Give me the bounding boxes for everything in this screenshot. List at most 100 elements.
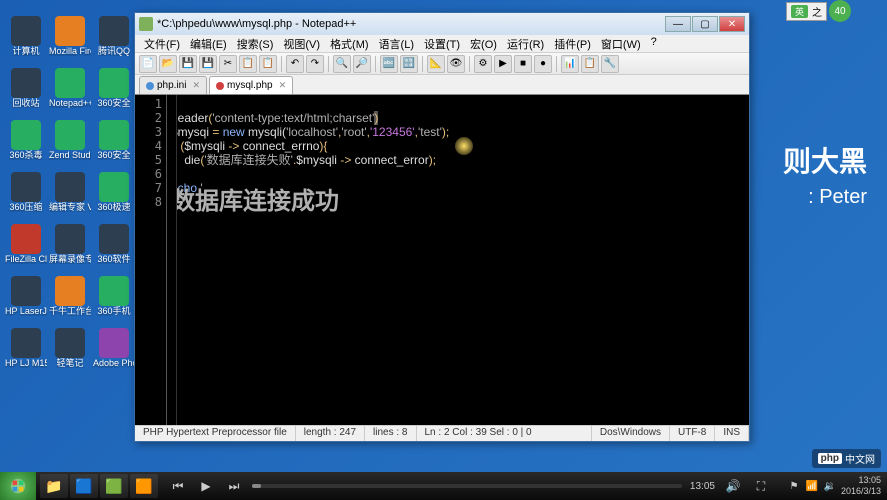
- toolbar-button[interactable]: 📊: [561, 55, 579, 73]
- volume-icon[interactable]: 🔊: [723, 476, 743, 496]
- icon-label: 360安全: [97, 98, 130, 108]
- toolbar-button[interactable]: 👁: [447, 55, 465, 73]
- desktop-icon[interactable]: 360压缩: [6, 164, 46, 212]
- wallpaper-line1: 则大黑: [783, 140, 867, 180]
- windows-logo-icon: [9, 477, 27, 495]
- toolbar-button[interactable]: ⚙: [474, 55, 492, 73]
- toolbar-button[interactable]: 📋: [259, 55, 277, 73]
- prev-button[interactable]: ⏮: [168, 476, 188, 496]
- tray-sound-icon[interactable]: 🔉: [823, 479, 837, 493]
- toolbar-button[interactable]: ■: [514, 55, 532, 73]
- toolbar-button[interactable]: 🔎: [353, 55, 371, 73]
- desktop-icon[interactable]: FileZilla Client: [6, 216, 46, 264]
- toolbar-button[interactable]: ↷: [306, 55, 324, 73]
- code-content[interactable]: header('content-type:text/html;charset')…: [167, 95, 749, 425]
- desktop-icon[interactable]: 轻笔记: [50, 320, 90, 368]
- menu-item[interactable]: 编辑(E): [185, 35, 232, 52]
- toolbar-button[interactable]: 🔡: [400, 55, 418, 73]
- toolbar-button[interactable]: 📋: [239, 55, 257, 73]
- desktop-icon[interactable]: 360安全: [94, 60, 134, 108]
- icon-label: Adobe Photosh...: [93, 358, 135, 368]
- app-icon: [99, 172, 129, 202]
- desktop-icon[interactable]: Mozilla Firefox: [50, 8, 90, 56]
- file-tab[interactable]: php.ini✕: [139, 76, 207, 94]
- toolbar-button[interactable]: 💾: [199, 55, 217, 73]
- app-icon: [99, 276, 129, 306]
- notification-badge[interactable]: 40: [829, 0, 851, 22]
- toolbar-button[interactable]: 📂: [159, 55, 177, 73]
- desktop-icon[interactable]: 360软件: [94, 216, 134, 264]
- taskbar-app2-icon[interactable]: 🟩: [100, 474, 128, 498]
- toolbar-button[interactable]: 📋: [581, 55, 599, 73]
- editor-area[interactable]: 12345678 header('content-type:text/html;…: [135, 95, 749, 425]
- toolbar-button[interactable]: 🔧: [601, 55, 619, 73]
- desktop-icon[interactable]: Adobe Photosh...: [94, 320, 134, 368]
- line-number: 1: [135, 97, 162, 111]
- desktop-icon[interactable]: 回收站: [6, 60, 46, 108]
- toolbar-button[interactable]: ▶: [494, 55, 512, 73]
- desktop-icon[interactable]: 编辑专家 V2015: [50, 164, 90, 212]
- clock[interactable]: 13:05 2016/3/13: [841, 475, 881, 497]
- icon-label: 360杀毒: [9, 150, 42, 160]
- fullscreen-icon[interactable]: ⛶: [751, 476, 771, 496]
- menu-item[interactable]: 插件(P): [549, 35, 596, 52]
- app-icon: [11, 172, 41, 202]
- next-button[interactable]: ⏭: [224, 476, 244, 496]
- menu-item[interactable]: 设置(T): [419, 35, 465, 52]
- desktop-icon[interactable]: HP LJ M1530 Scan: [6, 320, 46, 368]
- menu-item[interactable]: 语言(L): [374, 35, 419, 52]
- ime-toolbar[interactable]: 英 之: [786, 2, 827, 21]
- desktop-icon[interactable]: 腾讯QQ: [94, 8, 134, 56]
- toolbar-button[interactable]: ✂: [219, 55, 237, 73]
- progress-bar[interactable]: [252, 484, 682, 488]
- start-button[interactable]: [0, 472, 36, 500]
- taskbar-explorer-icon[interactable]: 📁: [40, 474, 68, 498]
- taskbar-app3-icon[interactable]: 🟧: [130, 474, 158, 498]
- menu-item[interactable]: 窗口(W): [596, 35, 646, 52]
- desktop-icon[interactable]: 360安全: [94, 112, 134, 160]
- desktop-icon[interactable]: Notepad++: [50, 60, 90, 108]
- toolbar-button[interactable]: 📐: [427, 55, 445, 73]
- clock-date: 2016/3/13: [841, 486, 881, 497]
- menu-item[interactable]: 格式(M): [325, 35, 374, 52]
- menu-item[interactable]: 运行(R): [502, 35, 549, 52]
- toolbar-button[interactable]: 🔍: [333, 55, 351, 73]
- desktop-icon[interactable]: 千牛工作台: [50, 268, 90, 316]
- ime-lang-badge[interactable]: 英: [791, 5, 808, 18]
- file-tab[interactable]: mysql.php✕: [209, 76, 293, 94]
- maximize-button[interactable]: ▢: [692, 16, 718, 32]
- menu-item[interactable]: ?: [646, 35, 662, 52]
- menu-item[interactable]: 文件(F): [139, 35, 185, 52]
- menu-item[interactable]: 宏(O): [465, 35, 502, 52]
- app-icon: [55, 172, 85, 202]
- toolbar-button[interactable]: ↶: [286, 55, 304, 73]
- tab-close-icon[interactable]: ✕: [279, 80, 287, 91]
- toolbar-button[interactable]: 💾: [179, 55, 197, 73]
- desktop-icon[interactable]: 计算机: [6, 8, 46, 56]
- desktop-icon[interactable]: 360手机: [94, 268, 134, 316]
- tab-close-icon[interactable]: ✕: [192, 80, 200, 91]
- icon-label: Zend Studio 10.0.0: [49, 150, 91, 160]
- menu-item[interactable]: 搜索(S): [232, 35, 279, 52]
- toolbar-button[interactable]: 📄: [139, 55, 157, 73]
- menu-item[interactable]: 视图(V): [278, 35, 325, 52]
- desktop-icon[interactable]: Zend Studio 10.0.0: [50, 112, 90, 160]
- play-button[interactable]: ▶: [196, 476, 216, 496]
- desktop-icon[interactable]: 360极速: [94, 164, 134, 212]
- tray-flag-icon[interactable]: ⚑: [787, 479, 801, 493]
- close-button[interactable]: ✕: [719, 16, 745, 32]
- minimize-button[interactable]: —: [665, 16, 691, 32]
- icon-label: 轻笔记: [56, 358, 83, 368]
- desktop-icon[interactable]: 360杀毒: [6, 112, 46, 160]
- tray-network-icon[interactable]: 📶: [805, 479, 819, 493]
- taskbar-app-icon[interactable]: 🟦: [70, 474, 98, 498]
- toolbar-button[interactable]: ●: [534, 55, 552, 73]
- app-icon: [55, 68, 85, 98]
- pinned-apps: 📁 🟦 🟩 🟧: [40, 474, 158, 498]
- desktop-icon[interactable]: 屏幕录像专家 V2015: [50, 216, 90, 264]
- icon-label: HP LaserJet Profession...: [5, 306, 47, 316]
- titlebar[interactable]: *C:\phpedu\www\mysql.php - Notepad++ — ▢…: [135, 13, 749, 35]
- status-lines: lines : 8: [365, 426, 416, 441]
- toolbar-button[interactable]: 🔤: [380, 55, 398, 73]
- desktop-icon[interactable]: HP LaserJet Profession...: [6, 268, 46, 316]
